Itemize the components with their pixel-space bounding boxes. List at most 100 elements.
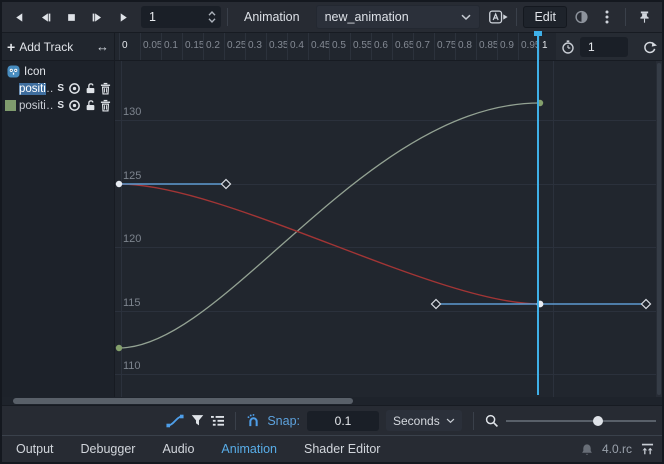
- ruler-tick: 0.25: [224, 33, 245, 60]
- bezier-editor-area: Icon positi… S positi…: [2, 61, 662, 397]
- horizontal-scrollbar[interactable]: [2, 397, 662, 405]
- keyframe-point-green[interactable]: [116, 345, 122, 351]
- onion-skinning-button[interactable]: [569, 5, 593, 29]
- current-time-spinbox[interactable]: 1: [141, 6, 221, 28]
- trash-icon[interactable]: [100, 99, 111, 112]
- resize-tracks-icon[interactable]: ↔: [96, 39, 109, 54]
- smooth-handle-icon[interactable]: S: [57, 83, 64, 94]
- ruler-tick: 0.4: [287, 33, 308, 60]
- bezier-mode-button[interactable]: [166, 414, 184, 428]
- animation-length-input[interactable]: 1: [580, 37, 628, 57]
- track-name-label: positi…: [19, 83, 53, 95]
- unlock-icon[interactable]: [85, 99, 96, 112]
- ruler-tick: 0.85: [476, 33, 497, 60]
- animation-menu-button[interactable]: Animation: [234, 5, 310, 29]
- node-row[interactable]: Icon: [2, 63, 114, 80]
- filter-tracks-button[interactable]: [191, 414, 204, 427]
- ruler-tick: 0.65: [392, 33, 413, 60]
- vertical-dots-menu-icon: [605, 10, 609, 24]
- play-backwards-from-end-button[interactable]: [33, 5, 57, 29]
- track-row-position-y[interactable]: positi… S: [2, 97, 114, 114]
- edit-button[interactable]: Edit: [523, 6, 567, 28]
- playback-toolbar: 1 Animation new_animation Edit: [2, 2, 662, 33]
- onion-skinning-icon: [574, 10, 589, 24]
- toolbar-separator: [473, 412, 474, 430]
- track-buttons: S: [57, 82, 111, 95]
- snap-units-dropdown[interactable]: Seconds: [386, 410, 462, 431]
- pin-icon: [639, 10, 650, 24]
- play-backwards-icon: [13, 11, 26, 24]
- stop-button[interactable]: [59, 5, 83, 29]
- keyframe-point[interactable]: [116, 181, 122, 187]
- tab-animation[interactable]: Animation: [221, 442, 277, 456]
- track-row-position-x[interactable]: positi… S: [2, 80, 114, 97]
- chevron-down-icon: [446, 418, 455, 424]
- add-track-label: Add Track: [19, 40, 73, 54]
- play-from-start-icon: [91, 11, 104, 24]
- animation-footer-toolbar: Snap: 0.1 Seconds: [2, 405, 662, 435]
- track-buttons: S: [57, 99, 111, 112]
- tab-output[interactable]: Output: [16, 442, 54, 456]
- loop-button[interactable]: [642, 40, 657, 54]
- clock-icon: [561, 40, 575, 54]
- spinbox-arrows-icon[interactable]: [208, 10, 221, 24]
- play-from-start-button[interactable]: [85, 5, 109, 29]
- horizontal-scrollbar-handle[interactable]: [13, 398, 353, 404]
- tab-shader-editor[interactable]: Shader Editor: [304, 442, 380, 456]
- animation-length-value: 1: [588, 40, 595, 54]
- playhead[interactable]: [537, 31, 539, 395]
- expand-bottom-panel-icon[interactable]: [641, 443, 654, 455]
- play-icon: [117, 11, 130, 24]
- visibility-eye-icon[interactable]: [68, 99, 81, 112]
- zoom-slider-track[interactable]: [506, 420, 656, 422]
- onion-options-button[interactable]: [595, 5, 619, 29]
- animation-name-value: new_animation: [325, 10, 409, 24]
- edit-filtered-tracks-button[interactable]: [211, 415, 224, 427]
- ruler-tick: 0.45: [308, 33, 329, 60]
- play-button[interactable]: [111, 5, 135, 29]
- autoplay-on-load-button[interactable]: [486, 5, 510, 29]
- smooth-handle-icon[interactable]: S: [57, 100, 64, 111]
- handle-diamond[interactable]: [221, 179, 230, 188]
- tab-audio[interactable]: Audio: [162, 442, 194, 456]
- ruler-tick: 0.7: [413, 33, 434, 60]
- snap-label: Snap:: [267, 414, 300, 428]
- animation-name-dropdown[interactable]: new_animation: [316, 5, 481, 29]
- pin-animation-button[interactable]: [632, 5, 656, 29]
- godot-node-icon: [7, 65, 20, 78]
- handle-diamond[interactable]: [641, 299, 650, 308]
- ruler-tick: 0.15: [182, 33, 203, 60]
- timeline-ruler[interactable]: 0 0.05 0.1 0.15 0.2 0.25 0.3 0.35 0.4 0.…: [115, 33, 556, 60]
- ruler-tick: 0.55: [350, 33, 371, 60]
- snap-step-input[interactable]: 0.1: [307, 411, 379, 431]
- gray-curve[interactable]: [119, 103, 540, 348]
- playhead-cap[interactable]: [534, 31, 542, 36]
- snap-step-value: 0.1: [335, 414, 352, 428]
- add-track-button[interactable]: + Add Track ↔: [2, 33, 115, 60]
- current-time-value: 1: [141, 10, 208, 24]
- toolbar-separator: [227, 8, 228, 26]
- play-backwards-button[interactable]: [7, 5, 31, 29]
- vertical-scrollbar[interactable]: [656, 61, 662, 397]
- track-list-panel: Icon positi… S positi…: [2, 61, 115, 397]
- zoom-slider[interactable]: [506, 411, 656, 431]
- snap-toggle-button[interactable]: [247, 414, 260, 427]
- red-curve[interactable]: [119, 184, 540, 304]
- ruler-tick: 0.1: [161, 33, 182, 60]
- ruler-tick: 0.8: [455, 33, 476, 60]
- vertical-scrollbar-handle[interactable]: [657, 63, 661, 395]
- curve-canvas[interactable]: 130 125 120 115 110: [115, 61, 662, 397]
- ruler-tick: 0.75: [434, 33, 455, 60]
- toolbar-separator: [625, 8, 626, 26]
- visibility-eye-icon[interactable]: [68, 82, 81, 95]
- bottom-panel-tabs: Output Debugger Audio Animation Shader E…: [2, 435, 662, 462]
- notification-bell-icon[interactable]: [581, 443, 593, 456]
- timeline-header: + Add Track ↔ 0 0.05 0.1 0.15 0.2 0.25 0…: [2, 33, 662, 61]
- unlock-icon[interactable]: [85, 82, 96, 95]
- trash-icon[interactable]: [100, 82, 111, 95]
- ruler-tick: 0: [119, 33, 140, 60]
- godot-animation-editor-window: 1 Animation new_animation Edit: [0, 0, 664, 464]
- zoom-slider-handle[interactable]: [593, 416, 603, 426]
- tab-debugger[interactable]: Debugger: [81, 442, 136, 456]
- handle-diamond[interactable]: [431, 299, 440, 308]
